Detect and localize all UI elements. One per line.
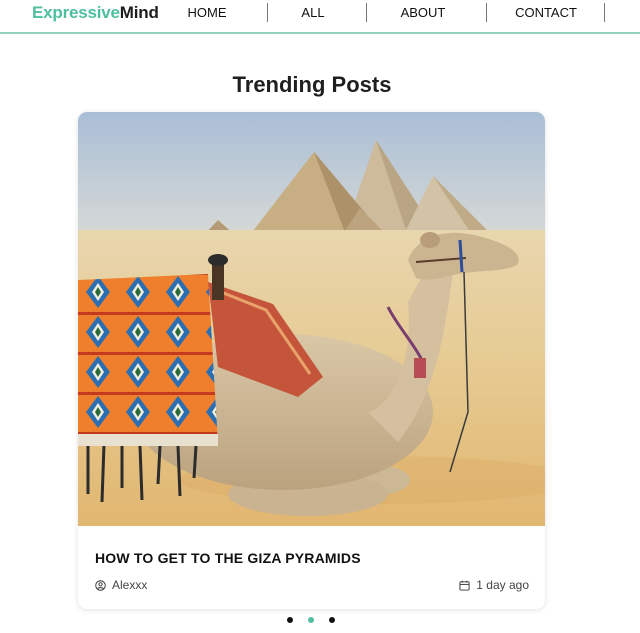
- post-title[interactable]: HOW TO GET TO THE GIZA PYRAMIDS: [95, 550, 361, 567]
- carousel-dots: [0, 617, 624, 625]
- nav-about[interactable]: ABOUT: [388, 5, 458, 21]
- nav-all[interactable]: ALL: [286, 5, 340, 21]
- post-date: 1 day ago: [459, 578, 529, 592]
- carousel-dot-1[interactable]: [287, 617, 293, 623]
- post-image: [78, 112, 545, 526]
- post-meta: Alexxx 1 day ago: [95, 578, 529, 594]
- nav-divider: [267, 3, 268, 22]
- nav-divider: [604, 3, 605, 22]
- post-date-text: 1 day ago: [476, 578, 529, 592]
- site-header: ExpressiveMind HOME ALL ABOUT CONTACT: [0, 0, 640, 34]
- post-card[interactable]: HOW TO GET TO THE GIZA PYRAMIDS Alexxx 1…: [78, 112, 545, 609]
- author-name: Alexxx: [112, 578, 148, 592]
- carousel-dot-3[interactable]: [329, 617, 335, 623]
- carousel-dot-2[interactable]: [308, 617, 314, 623]
- user-circle-icon: [95, 579, 106, 591]
- logo-accent-text: Expressive: [32, 3, 120, 22]
- nav-contact[interactable]: CONTACT: [505, 5, 587, 21]
- nav-home[interactable]: HOME: [176, 5, 238, 21]
- nav-divider: [486, 3, 487, 22]
- nav-divider: [366, 3, 367, 22]
- section-title: Trending Posts: [232, 72, 392, 97]
- logo-rest-text: Mind: [119, 3, 159, 22]
- calendar-icon: [459, 580, 470, 591]
- post-author: Alexxx: [95, 578, 147, 592]
- site-logo[interactable]: ExpressiveMind: [32, 3, 159, 23]
